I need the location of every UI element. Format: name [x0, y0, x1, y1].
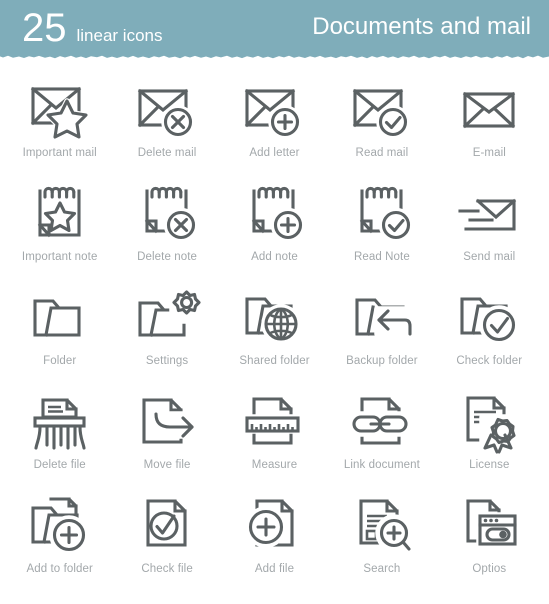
- icon-cell-add-to-folder[interactable]: Add to folder: [6, 492, 113, 596]
- icon-cell-delete-mail[interactable]: Delete mail: [113, 76, 220, 180]
- icon-cell-optios[interactable]: Optios: [436, 492, 543, 596]
- icon-label: Read mail: [355, 147, 409, 159]
- icon-label: Delete mail: [137, 147, 197, 159]
- envelope-plus-icon: [238, 76, 310, 142]
- icon-cell-check-file[interactable]: Check file: [113, 492, 220, 596]
- icon-cell-license[interactable]: License: [436, 388, 543, 492]
- note-star-icon: [24, 180, 96, 246]
- icon-cell-add-file[interactable]: Add file: [221, 492, 328, 596]
- folder-file-plus-icon: [24, 492, 96, 558]
- icon-cell-important-note[interactable]: Important note: [6, 180, 113, 284]
- icon-cell-folder[interactable]: Folder: [6, 284, 113, 388]
- icon-label: Backup folder: [346, 355, 418, 367]
- icon-label: Add file: [254, 563, 295, 575]
- icon-cell-shared-folder[interactable]: Shared folder: [221, 284, 328, 388]
- file-chain-icon: [346, 388, 418, 454]
- icon-label: Add letter: [249, 147, 300, 159]
- page-title: Documents and mail: [312, 13, 531, 40]
- file-check-icon: [131, 492, 203, 558]
- shredder-icon: [24, 388, 96, 454]
- icon-label: Optios: [472, 563, 507, 575]
- icon-cell-search[interactable]: Search: [328, 492, 435, 596]
- icon-cell-move-file[interactable]: Move file: [113, 388, 220, 492]
- icon-label: Read Note: [353, 251, 410, 263]
- file-magnifier-plus-icon: [346, 492, 418, 558]
- icon-cell-link-document[interactable]: Link document: [328, 388, 435, 492]
- envelope-star-icon: [24, 76, 96, 142]
- icon-label: Check folder: [456, 355, 523, 367]
- icon-label: Send mail: [463, 251, 516, 263]
- folder-icon: [24, 284, 96, 350]
- file-arrow-right-icon: [131, 388, 203, 454]
- icon-label: Shared folder: [239, 355, 310, 367]
- file-window-toggle-icon: [453, 492, 525, 558]
- icon-count: 25: [22, 6, 67, 50]
- envelope-icon: [453, 76, 525, 142]
- icon-label: Search: [363, 563, 401, 575]
- icon-cell-check-folder[interactable]: Check folder: [436, 284, 543, 388]
- file-rosette-icon: [453, 388, 525, 454]
- note-x-icon: [131, 180, 203, 246]
- icon-label: License: [469, 459, 510, 471]
- icon-cell-read-note[interactable]: Read Note: [328, 180, 435, 284]
- icon-cell-backup-folder[interactable]: Backup folder: [328, 284, 435, 388]
- icon-cell-add-note[interactable]: Add note: [221, 180, 328, 284]
- torn-paper-edge: [0, 55, 549, 62]
- icon-cell-send-mail[interactable]: Send mail: [436, 180, 543, 284]
- page-header: 25 linear icons Documents and mail: [0, 0, 549, 62]
- note-plus-icon: [238, 180, 310, 246]
- envelope-send-icon: [453, 180, 525, 246]
- icon-count-subtitle: linear icons: [76, 26, 163, 45]
- icon-cell-settings[interactable]: Settings: [113, 284, 220, 388]
- brand-block: 25 linear icons: [22, 8, 163, 48]
- icon-label: Link document: [343, 459, 420, 471]
- icon-cell-add-letter[interactable]: Add letter: [221, 76, 328, 180]
- icon-label: E-mail: [472, 147, 506, 159]
- icon-cell-measure[interactable]: Measure: [221, 388, 328, 492]
- icon-cell-e-mail[interactable]: E-mail: [436, 76, 543, 180]
- icon-label: Important note: [21, 251, 98, 263]
- envelope-check-icon: [346, 76, 418, 142]
- icon-label: Settings: [145, 355, 189, 367]
- file-plus-icon: [238, 492, 310, 558]
- icon-cell-important-mail[interactable]: Important mail: [6, 76, 113, 180]
- icon-cell-delete-file[interactable]: Delete file: [6, 388, 113, 492]
- icon-label: Move file: [143, 459, 191, 471]
- envelope-x-icon: [131, 76, 203, 142]
- note-check-icon: [346, 180, 418, 246]
- icon-label: Folder: [43, 355, 77, 367]
- icon-label: Add to folder: [26, 563, 93, 575]
- icon-label: Delete file: [33, 459, 86, 471]
- icon-grid: Important mail Delete mail Add letter Re…: [0, 62, 549, 604]
- icon-label: Measure: [251, 459, 298, 471]
- file-ruler-icon: [238, 388, 310, 454]
- icon-label: Check file: [141, 563, 193, 575]
- icon-cell-read-mail[interactable]: Read mail: [328, 76, 435, 180]
- folder-arrow-left-icon: [346, 284, 418, 350]
- icon-label: Delete note: [137, 251, 198, 263]
- folder-check-icon: [453, 284, 525, 350]
- folder-gear-icon: [131, 284, 203, 350]
- folder-globe-icon: [238, 284, 310, 350]
- icon-cell-delete-note[interactable]: Delete note: [113, 180, 220, 284]
- icon-label: Add note: [251, 251, 298, 263]
- header-content: 25 linear icons Documents and mail: [0, 0, 549, 56]
- icon-label: Important mail: [22, 147, 97, 159]
